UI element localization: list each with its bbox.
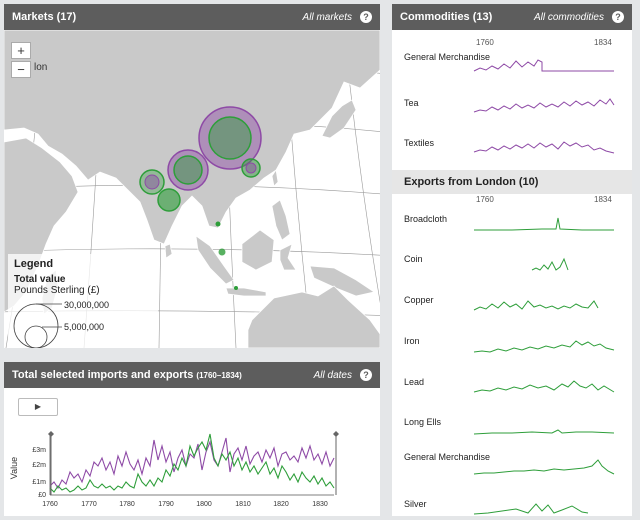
sparkline-tea: [473, 98, 615, 113]
markets-help-icon[interactable]: ?: [360, 11, 372, 23]
sparkline-general-merchandise-imports: [473, 59, 614, 72]
x-tick-1790: 1790: [158, 501, 174, 508]
map-legend: Legend Total value Pounds Sterling (£) 3…: [8, 254, 158, 348]
sparkline-copper: [473, 300, 599, 311]
all-markets-link[interactable]: All markets: [303, 12, 352, 23]
zoom-out-button[interactable]: −: [11, 61, 31, 78]
x-tick-1810: 1810: [235, 501, 251, 508]
legend-large-label: 30,000,000: [64, 300, 110, 310]
market-circle-small-3[interactable]: [234, 286, 238, 290]
sparkline-iron: [473, 340, 615, 353]
markets-header: Markets (17) All markets ?: [4, 4, 380, 30]
market-circle-small-1[interactable]: [215, 221, 221, 227]
x-tick-1780: 1780: [119, 501, 135, 508]
x-tick-1760: 1760: [42, 501, 58, 508]
sparkline-general-merchandise-exports: [473, 459, 615, 475]
market-circle-bombay-imports[interactable]: [144, 174, 160, 190]
sparkline-textiles: [473, 141, 615, 154]
sparkline-lead: [473, 380, 615, 393]
x-tick-1830: 1830: [312, 501, 328, 508]
legend-subtitle: Total value: [14, 274, 66, 285]
sparkline-long-ells: [473, 429, 615, 435]
y-tick-1: £1m: [32, 479, 46, 486]
totals-chart[interactable]: Value £0 £1m £2m £3m 1760 1770 1780 1790…: [4, 362, 380, 516]
markets-title: Markets (17): [12, 11, 77, 23]
market-circle-canton-exports[interactable]: [208, 116, 252, 160]
sparklines: [473, 59, 615, 515]
market-circle-madras[interactable]: [157, 188, 181, 212]
sparkline-broadcloth: [474, 217, 614, 231]
imports-series-line: [49, 437, 335, 490]
totals-y-ticks: £0 £1m £2m £3m: [32, 447, 46, 499]
x-tick-1770: 1770: [81, 501, 97, 508]
x-tick-1820: 1820: [273, 501, 289, 508]
legend-small-label: 5,000,000: [64, 322, 105, 332]
market-circle-china-coast-imports[interactable]: [245, 162, 257, 174]
market-circle-bengal-exports[interactable]: [173, 155, 203, 185]
legend-title: Legend: [14, 258, 54, 270]
market-circle-small-2[interactable]: [218, 248, 226, 256]
range-handle-start[interactable]: [48, 431, 54, 495]
legend-units: Pounds Sterling (£): [14, 285, 100, 296]
y-tick-2: £2m: [32, 462, 46, 469]
y-tick-3: £3m: [32, 447, 46, 454]
totals-x-ticks: 1760 1770 1780 1790 1800 1810 1820 1830: [42, 501, 328, 508]
map-place-label: lon: [34, 62, 48, 73]
range-handle-end[interactable]: [333, 431, 339, 495]
totals-panel: Total selected imports and exports (1760…: [4, 362, 380, 516]
commodities-panel: Commodities (13) All commodities ? 1760 …: [392, 4, 632, 516]
totals-y-title: Value: [9, 457, 19, 479]
sparkline-coin: [531, 257, 569, 271]
y-tick-0: £0: [38, 492, 46, 499]
sparkline-silver: [473, 503, 589, 515]
sparkline-group: [473, 59, 615, 515]
exports-series-line: [49, 433, 335, 493]
x-tick-1800: 1800: [196, 501, 212, 508]
zoom-in-button[interactable]: +: [11, 42, 31, 59]
markets-panel: Markets (17) All markets ? + − lon Legen…: [4, 4, 380, 348]
